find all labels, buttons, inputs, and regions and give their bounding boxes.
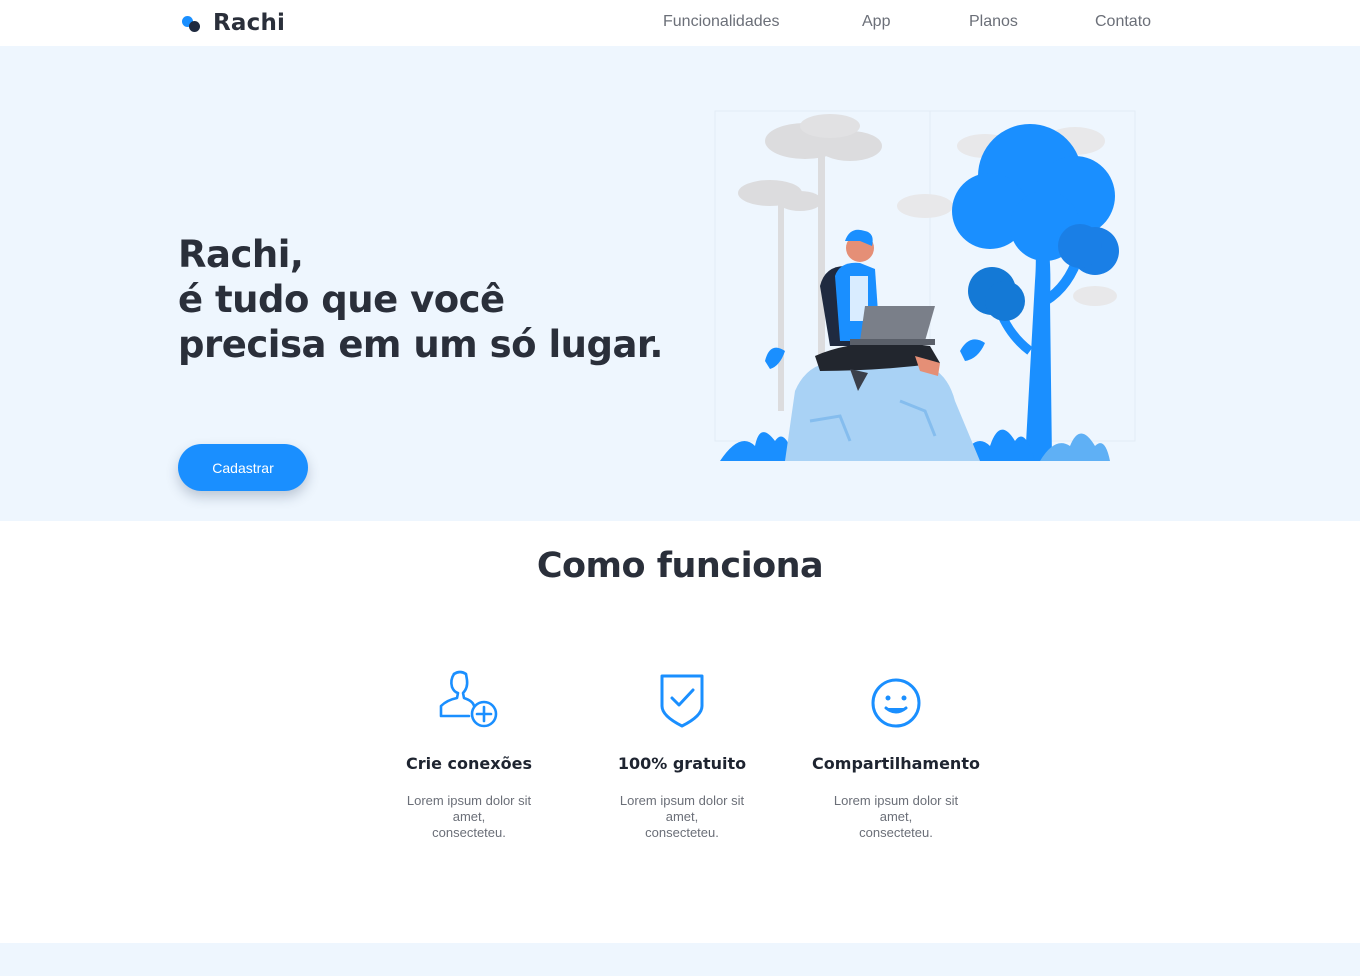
nav-item-app[interactable]: App xyxy=(862,13,890,31)
nav-item-planos[interactable]: Planos xyxy=(969,13,1018,31)
feature-title: Compartilhamento xyxy=(812,754,980,773)
main-nav: Funcionalidades App Planos Contato xyxy=(0,13,1360,35)
site-header: Rachi Funcionalidades App Planos Contato xyxy=(0,0,1360,46)
nav-item-funcionalidades[interactable]: Funcionalidades xyxy=(663,13,780,31)
hero-title: Rachi, é tudo que você precisa em um só … xyxy=(178,232,678,367)
hero-title-line-2: é tudo que você xyxy=(178,278,505,321)
shield-check-icon xyxy=(592,668,772,738)
feature-title: Crie conexões xyxy=(406,754,532,773)
how-it-works-title: Como funciona xyxy=(536,546,824,586)
feature-title: 100% gratuito xyxy=(617,754,747,773)
feature-description: Lorem ipsum dolor sit amet, consecteteu. xyxy=(833,793,959,840)
hero-title-line-1: Rachi, xyxy=(178,233,304,276)
feature-description: Lorem ipsum dolor sit amet, consecteteu. xyxy=(406,793,532,840)
smiley-icon xyxy=(806,668,986,738)
next-section-band xyxy=(0,943,1360,976)
hero-title-line-3: precisa em um só lugar. xyxy=(178,323,663,366)
nav-item-contato[interactable]: Contato xyxy=(1095,13,1151,31)
feature-description: Lorem ipsum dolor sit amet, consecteteu. xyxy=(619,793,745,840)
person-with-laptop-on-rock-illustration xyxy=(714,110,1136,461)
feature-card-connections: Crie conexões Lorem ipsum dolor sit amet… xyxy=(379,668,559,841)
feature-card-free: 100% gratuito Lorem ipsum dolor sit amet… xyxy=(592,668,772,841)
hero-section: Rachi, é tudo que você precisa em um só … xyxy=(0,46,1360,521)
user-plus-icon xyxy=(379,668,559,738)
signup-button[interactable]: Cadastrar xyxy=(178,444,308,491)
feature-card-sharing: Compartilhamento Lorem ipsum dolor sit a… xyxy=(806,668,986,841)
